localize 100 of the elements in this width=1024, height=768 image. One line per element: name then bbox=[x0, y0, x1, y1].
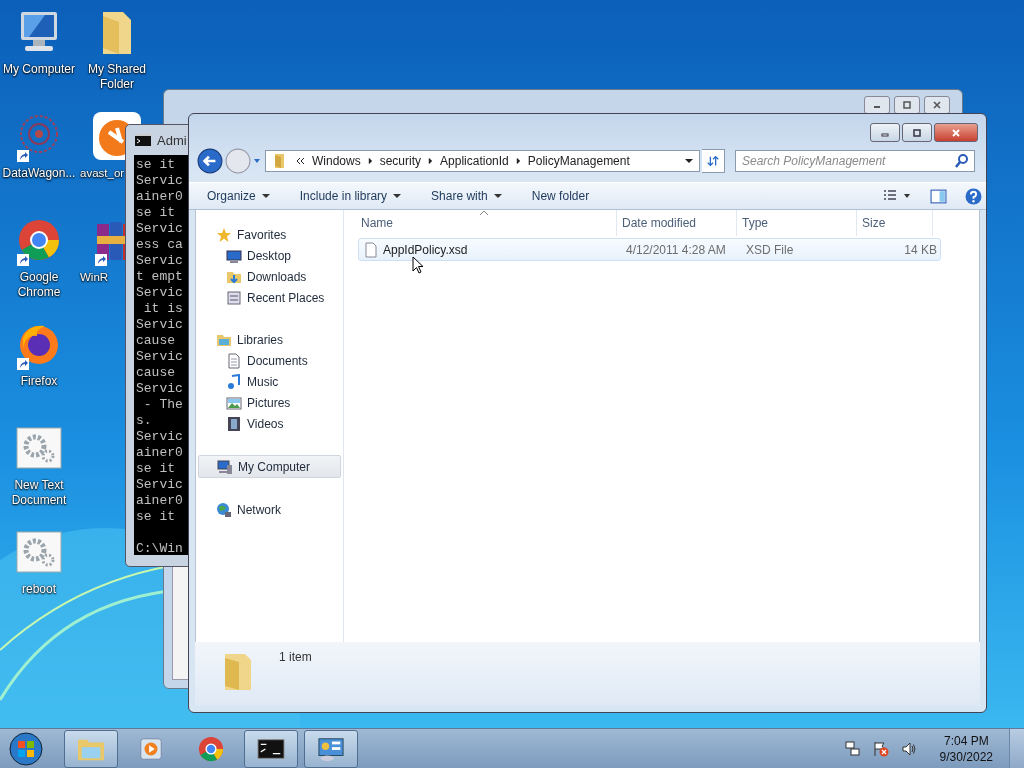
minimize-button[interactable] bbox=[864, 96, 890, 114]
maximize-icon bbox=[902, 100, 912, 110]
column-header[interactable]: Size bbox=[857, 210, 933, 236]
desktop-icon-label[interactable]: DataWagon... bbox=[2, 166, 76, 181]
pane-icon bbox=[930, 187, 947, 205]
windows-logo-icon bbox=[8, 730, 44, 767]
console-line: ainer0 bbox=[136, 445, 183, 461]
close-icon bbox=[932, 100, 942, 110]
breadcrumb-arrow-icon[interactable] bbox=[515, 157, 521, 165]
maximize-button[interactable] bbox=[902, 123, 932, 142]
search-field[interactable]: Search PolicyManagement bbox=[735, 150, 975, 172]
document-icon bbox=[363, 241, 379, 258]
file-row[interactable]: AppIdPolicy.xsd 4/12/2011 4:28 AM XSD File 14 KB bbox=[358, 238, 941, 261]
console-line: se it bbox=[136, 509, 175, 525]
column-header[interactable]: Type bbox=[737, 210, 857, 236]
preview-pane-button[interactable] bbox=[930, 187, 947, 205]
window-title: Admi bbox=[157, 132, 187, 148]
clock[interactable]: 7:04 PM 9/30/2022 bbox=[939, 732, 993, 765]
navigation-item[interactable]: Videos bbox=[198, 413, 341, 434]
minimize-button[interactable] bbox=[870, 123, 900, 142]
search-icon[interactable] bbox=[954, 153, 970, 169]
flag-error-icon[interactable] bbox=[872, 740, 889, 757]
console-line: Servic bbox=[136, 285, 183, 301]
pictures-icon bbox=[226, 394, 242, 411]
console-line: Servic bbox=[136, 381, 183, 397]
star-icon bbox=[216, 226, 232, 243]
console-line: Servic bbox=[136, 253, 183, 269]
help-icon bbox=[965, 187, 982, 205]
breadcrumb-item[interactable]: PolicyManagement bbox=[527, 154, 630, 168]
console-line: t empt bbox=[136, 269, 183, 285]
breadcrumb-arrow-icon[interactable] bbox=[428, 157, 434, 165]
gears-document-icon bbox=[15, 528, 63, 576]
navigation-item[interactable]: Recent Places bbox=[198, 287, 341, 308]
desktop-icon-label[interactable]: avast_or bbox=[80, 166, 125, 181]
videos-icon bbox=[226, 415, 242, 432]
console-line: Servic bbox=[136, 173, 183, 189]
breadcrumb-item[interactable]: security bbox=[379, 154, 422, 168]
speaker-icon[interactable] bbox=[900, 740, 917, 757]
console-prompt: C:\Win bbox=[136, 541, 183, 557]
table-cell-text: 14 KB bbox=[903, 242, 938, 257]
file-name: AppIdPolicy.xsd bbox=[383, 242, 468, 257]
breadcrumb-item[interactable]: ApplicationId bbox=[440, 154, 509, 168]
taskbar-button[interactable] bbox=[244, 729, 298, 768]
refresh-button[interactable] bbox=[702, 149, 725, 173]
console-line: cause bbox=[136, 333, 175, 349]
console-line: se it bbox=[136, 157, 175, 173]
column-header[interactable]: Date modified bbox=[617, 210, 737, 236]
console-line: Servic bbox=[136, 221, 183, 237]
navigation-item[interactable]: Libraries bbox=[198, 329, 341, 350]
navigation-item[interactable]: Favorites bbox=[198, 224, 341, 245]
toolbar-button[interactable]: Include in library bbox=[299, 189, 402, 203]
shortcut-arrow-icon bbox=[17, 358, 29, 370]
clock-date: 9/30/2022 bbox=[939, 748, 993, 765]
close-icon bbox=[951, 127, 961, 138]
toolbar-button[interactable]: Share with bbox=[431, 189, 502, 203]
breadcrumb-item[interactable]: Windows bbox=[312, 154, 361, 168]
caret-icon bbox=[393, 192, 402, 200]
desktop-icon-label[interactable]: My Shared Folder bbox=[78, 62, 156, 92]
show-desktop-button[interactable] bbox=[1009, 728, 1024, 768]
address-bar[interactable]: Windows security ApplicationId PolicyManagement bbox=[265, 150, 700, 172]
music-icon bbox=[226, 373, 242, 390]
navigation-item[interactable]: My Computer bbox=[198, 455, 341, 478]
console-line: Servic bbox=[136, 429, 183, 445]
desktop-icon-label[interactable]: My Computer bbox=[3, 62, 75, 77]
close-button[interactable] bbox=[924, 96, 950, 114]
maximize-button[interactable] bbox=[894, 96, 920, 114]
overflow-chevron-icon[interactable] bbox=[295, 157, 305, 165]
console-line: ainer0 bbox=[136, 189, 183, 205]
console-line: it is bbox=[142, 301, 183, 317]
console-line: Servic bbox=[136, 477, 183, 493]
desktop-icon-label[interactable]: Google Chrome bbox=[0, 270, 78, 300]
back-button[interactable] bbox=[197, 148, 223, 174]
desktop-icon-label[interactable]: WinR bbox=[80, 270, 109, 285]
navigation-item[interactable]: Pictures bbox=[198, 392, 341, 413]
navigation-item[interactable]: Downloads bbox=[198, 266, 341, 287]
desktop-icon-label[interactable]: Firefox bbox=[20, 374, 58, 389]
navigation-item[interactable]: Network bbox=[198, 499, 341, 520]
computer-icon bbox=[217, 458, 233, 475]
navigation-item[interactable]: Music bbox=[198, 371, 341, 392]
breadcrumb-arrow-icon[interactable] bbox=[367, 157, 373, 165]
toolbar-button[interactable]: Organize bbox=[207, 189, 270, 203]
gears-document-icon bbox=[15, 424, 63, 472]
console-line: se it bbox=[136, 205, 175, 221]
control-panel-icon bbox=[316, 735, 346, 762]
console-line: s. bbox=[136, 413, 152, 429]
navigation-item[interactable]: Documents bbox=[198, 350, 341, 371]
dropdown-arrow-icon[interactable] bbox=[685, 157, 693, 165]
network-icon[interactable] bbox=[844, 740, 861, 757]
help-button[interactable] bbox=[965, 187, 982, 205]
navigation-item[interactable]: Desktop bbox=[198, 245, 341, 266]
console-line: ess ca bbox=[136, 237, 183, 253]
chrome-icon bbox=[196, 735, 226, 762]
desktop-icon bbox=[226, 247, 242, 264]
console-line: se it bbox=[136, 461, 175, 477]
toolbar-button[interactable]: New folder bbox=[531, 189, 590, 203]
column-header[interactable]: Name bbox=[344, 210, 617, 236]
item-count: 1 item bbox=[279, 650, 312, 664]
clock-time: 7:04 PM bbox=[943, 732, 989, 749]
console-line: ainer0 bbox=[136, 493, 183, 509]
close-button[interactable] bbox=[934, 123, 978, 142]
